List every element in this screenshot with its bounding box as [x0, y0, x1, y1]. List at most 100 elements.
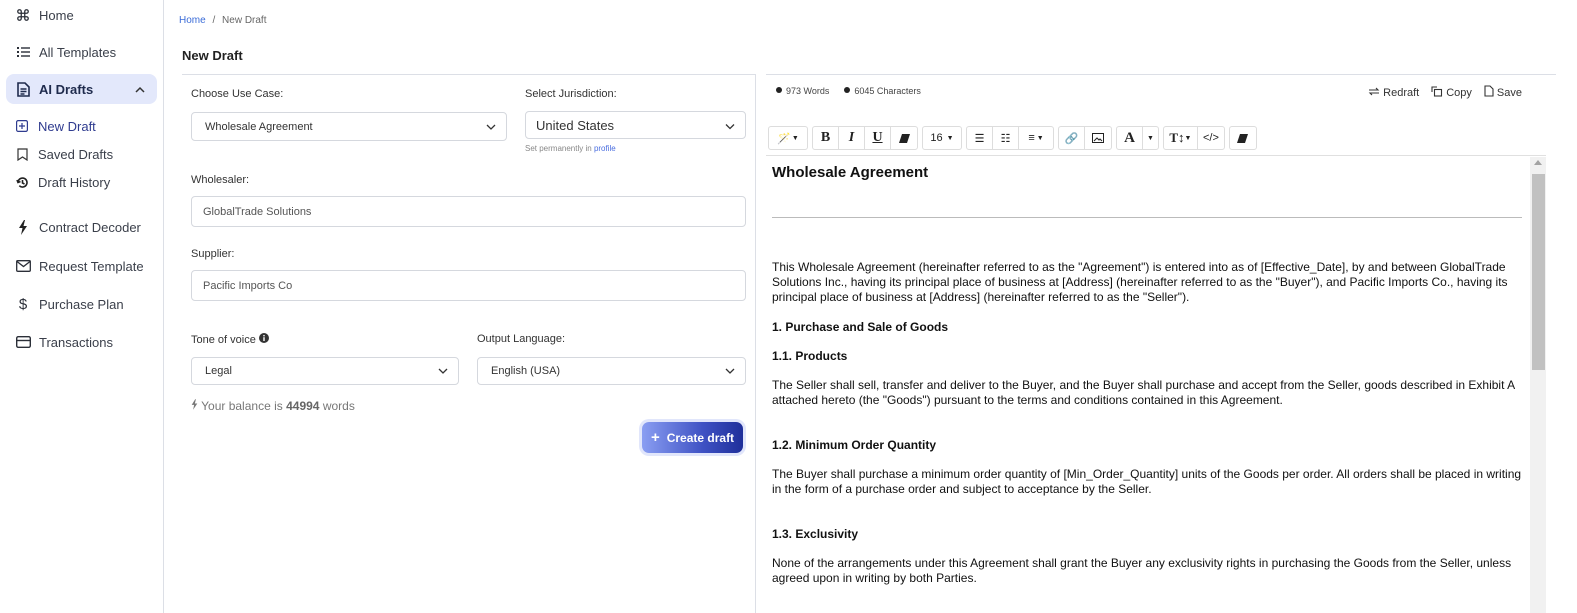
- sidebar-item-home[interactable]: Home: [6, 0, 157, 30]
- tone-select[interactable]: Legal: [191, 357, 459, 385]
- scrollbar-thumb[interactable]: [1532, 174, 1545, 370]
- redraft-label: Redraft: [1383, 86, 1420, 99]
- document-icon: [15, 81, 31, 97]
- profile-link[interactable]: profile: [594, 144, 616, 153]
- sidebar-item-label: Contract Decoder: [39, 219, 141, 235]
- code-view-icon[interactable]: </>: [1198, 127, 1224, 149]
- font-size-select[interactable]: 16 ▼: [923, 127, 961, 149]
- page-title: New Draft: [182, 48, 243, 63]
- italic-button[interactable]: I: [839, 127, 865, 149]
- chevron-down-icon: [486, 121, 496, 133]
- redraft-button[interactable]: Redraft: [1368, 85, 1419, 100]
- eraser-icon[interactable]: [891, 127, 917, 149]
- sidebar-subitem-new-draft[interactable]: New Draft: [14, 115, 96, 137]
- chevron-down-icon: [438, 365, 448, 377]
- jurisdiction-value: United States: [536, 117, 615, 133]
- supplier-label: Supplier:: [191, 248, 235, 260]
- sidebar-item-purchase-plan[interactable]: $ Purchase Plan: [6, 289, 157, 319]
- subsection-text: The Buyer shall purchase a minimum order…: [772, 467, 1522, 496]
- align-icon[interactable]: ≡ ▼: [1019, 127, 1053, 149]
- section-heading: 1. Purchase and Sale of Goods: [772, 320, 949, 334]
- mail-icon: [15, 260, 31, 272]
- list-icon: [15, 46, 31, 58]
- breadcrumb-current: New Draft: [222, 15, 267, 26]
- link-icon[interactable]: 🔗: [1059, 127, 1085, 149]
- image-icon[interactable]: [1085, 127, 1111, 149]
- breadcrumb-home-link[interactable]: Home: [179, 15, 206, 26]
- editor-actions: Redraft Copy Save: [1368, 85, 1522, 100]
- editor-stats: 973 Words 6045 Characters: [776, 86, 921, 96]
- file-icon: [1484, 85, 1494, 100]
- document-content[interactable]: Wholesale Agreement This Wholesale Agree…: [772, 160, 1524, 613]
- sidebar-subitem-saved-drafts[interactable]: Saved Drafts: [14, 143, 113, 165]
- save-label: Save: [1496, 86, 1522, 99]
- chevron-down-icon: [725, 365, 735, 377]
- jurisdiction-select[interactable]: United States: [525, 111, 746, 139]
- balance-prefix: Your balance is: [201, 399, 283, 413]
- numbered-list-icon[interactable]: ☷: [993, 127, 1019, 149]
- copy-button[interactable]: Copy: [1431, 85, 1472, 100]
- hint-text: Set permanently in: [525, 144, 592, 153]
- balance-info: Your balance is 44994 words: [191, 399, 355, 413]
- wholesaler-label: Wholesaler:: [191, 174, 250, 186]
- magic-wand-icon[interactable]: 🪄 ▼: [769, 127, 807, 149]
- breadcrumb: Home / New Draft: [179, 15, 266, 26]
- bullet-list-icon[interactable]: ☰: [967, 127, 993, 149]
- create-draft-label: Create draft: [666, 430, 735, 445]
- balance-value: 44994: [286, 399, 320, 413]
- chevron-down-icon: [725, 118, 735, 133]
- save-button[interactable]: Save: [1484, 85, 1522, 100]
- sidebar-item-label: AI Drafts: [39, 81, 94, 97]
- document-intro: This Wholesale Agreement (hereinafter re…: [772, 260, 1508, 304]
- sidebar-item-transactions[interactable]: Transactions: [6, 327, 157, 357]
- sidebar-item-request-template[interactable]: Request Template: [6, 251, 157, 281]
- font-color-dropdown[interactable]: ▼: [1143, 127, 1158, 149]
- bold-button[interactable]: B: [813, 127, 839, 149]
- character-count: 6045 Characters: [844, 86, 921, 96]
- font-color-icon[interactable]: A: [1117, 127, 1143, 149]
- toolbar-divider: [766, 155, 1546, 156]
- subsection-heading: 1.3. Exclusivity: [772, 527, 859, 541]
- tone-label: Tone of voice: [191, 333, 269, 346]
- dollar-icon: $: [18, 295, 28, 313]
- editor-toolbar: 🪄 ▼ B I U 16 ▼ ☰ ☷ ≡ ▼ 🔗 A ▼ T↕ ▼ </>: [768, 126, 1257, 150]
- sidebar-subitem-label: Saved Drafts: [38, 146, 114, 162]
- scroll-up-arrow-icon[interactable]: [1534, 160, 1542, 165]
- copy-label: Copy: [1446, 86, 1472, 99]
- create-draft-button[interactable]: + Create draft: [642, 422, 743, 453]
- sidebar-subitem-draft-history[interactable]: Draft History: [14, 171, 110, 193]
- subsection-text: None of the arrangements under this Agre…: [772, 556, 1512, 585]
- refresh-icon: [1368, 86, 1380, 100]
- divider: [182, 74, 755, 75]
- line-height-icon[interactable]: T↕ ▼: [1164, 127, 1198, 149]
- sidebar-subitem-label: New Draft: [38, 118, 96, 134]
- clear-format-icon[interactable]: [1230, 127, 1256, 149]
- language-value: English (USA): [491, 365, 561, 377]
- sidebar-subitem-label: Draft History: [38, 174, 111, 190]
- document-divider: [772, 217, 1522, 218]
- sidebar-item-label: Purchase Plan: [39, 296, 124, 312]
- use-case-label: Choose Use Case:: [191, 88, 284, 100]
- use-case-select[interactable]: Wholesale Agreement: [191, 112, 507, 141]
- underline-button[interactable]: U: [865, 127, 891, 149]
- sidebar-item-contract-decoder[interactable]: Contract Decoder: [6, 212, 157, 242]
- info-icon[interactable]: [258, 333, 269, 346]
- copy-icon: [1431, 85, 1443, 100]
- word-count: 973 Words: [776, 86, 829, 96]
- sidebar-item-label: Home: [39, 7, 74, 23]
- document-title: Wholesale Agreement: [772, 164, 929, 181]
- balance-suffix: words: [322, 399, 355, 413]
- sidebar: Home All Templates AI Drafts New Draft S…: [0, 0, 164, 613]
- chevron-up-icon[interactable]: [135, 82, 145, 97]
- sidebar-item-all-templates[interactable]: All Templates: [6, 37, 157, 67]
- subsection-text: The Seller shall sell, transfer and deli…: [772, 378, 1515, 407]
- breadcrumb-separator: /: [212, 15, 216, 26]
- wholesaler-input[interactable]: GlobalTrade Solutions: [191, 196, 746, 227]
- language-select[interactable]: English (USA): [477, 357, 746, 385]
- supplier-input[interactable]: Pacific Imports Co: [191, 270, 746, 301]
- wholesaler-value: GlobalTrade Solutions: [203, 205, 312, 218]
- editor-scrollbar[interactable]: [1530, 157, 1546, 613]
- sidebar-item-ai-drafts[interactable]: AI Drafts: [6, 74, 157, 104]
- sidebar-item-label: All Templates: [39, 44, 117, 60]
- supplier-value: Pacific Imports Co: [203, 279, 293, 292]
